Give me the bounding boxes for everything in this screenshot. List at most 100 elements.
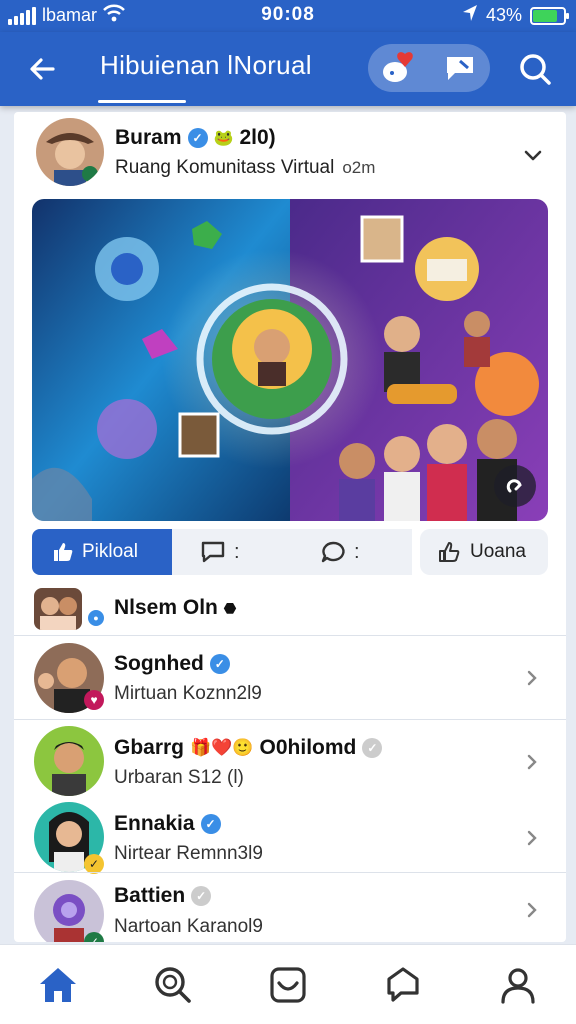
member-name: Ennakia xyxy=(114,812,195,835)
chat-bubble-icon xyxy=(446,57,473,80)
post-actions: Pikloal : : Uoana xyxy=(32,529,548,575)
status-bar: lbamar 90:08 43% xyxy=(0,0,576,32)
link-icon xyxy=(506,479,522,493)
verified-icon: ✓ xyxy=(362,738,383,758)
profile-icon xyxy=(501,967,535,1004)
member-name-row: Ennakia ✓ xyxy=(114,812,221,836)
member-badge-icon: ✓ xyxy=(84,932,104,942)
feed-card: Buram ✓ 🐸 2l0) Ruang Komunitass Virtual o… xyxy=(14,112,566,942)
header-action-pill xyxy=(368,44,490,92)
post-author[interactable]: Buram ✓ 🐸 2l0) xyxy=(115,126,276,150)
chevron-right-icon xyxy=(527,902,537,918)
post-group[interactable]: Ruang Komunitass Virtual o2m xyxy=(115,157,375,179)
author-extra: 2l0) xyxy=(239,126,276,149)
post-header: Buram ✓ 🐸 2l0) Ruang Komunitass Virtual o… xyxy=(14,112,566,196)
title-underline xyxy=(98,100,186,103)
comment-icon xyxy=(201,541,225,563)
post-menu-button[interactable] xyxy=(518,140,548,170)
image-action-button[interactable] xyxy=(494,465,536,507)
battery-icon xyxy=(530,6,569,25)
list-item[interactable]: ✓ Ennakia ✓ Nirtear Remnn3l9 xyxy=(14,798,566,878)
page-title: Hibuienan lNorual xyxy=(100,50,312,80)
like-button[interactable]: Pikloal xyxy=(32,529,172,575)
nav-inbox[interactable] xyxy=(258,955,318,1015)
member-subtitle: Urbaran S12 (l) xyxy=(114,767,244,788)
member-subtitle: Nartoan Karanol9 xyxy=(114,916,263,937)
chevron-down-icon xyxy=(524,150,542,161)
member-avatar xyxy=(34,588,82,630)
speech-bubble-icon xyxy=(321,541,345,563)
reply-count: : xyxy=(354,540,360,563)
group-name: Ruang Komunitass Virtual xyxy=(115,157,335,178)
comment-reply-group: : : xyxy=(172,529,412,575)
member-badge-icon: ● xyxy=(88,610,104,626)
list-item[interactable]: ♥ Sognhed ✓ Mirtuan Koznn2l9 xyxy=(14,638,566,718)
member-name-extra: O0hilomd xyxy=(259,736,357,759)
member-name-row: Nlsem Oln ⬣ xyxy=(114,596,236,620)
chevron-right-icon xyxy=(527,830,537,846)
share-icon xyxy=(439,542,460,562)
search-icon xyxy=(520,54,551,85)
row-chevron[interactable] xyxy=(522,752,542,772)
comment-button[interactable]: : xyxy=(172,540,292,564)
member-name: Nlsem Oln xyxy=(114,596,218,619)
nav-explore[interactable] xyxy=(143,955,203,1015)
post-time: o2m xyxy=(342,158,376,177)
author-avatar[interactable] xyxy=(36,118,104,186)
home-icon xyxy=(39,967,76,1002)
member-badge-icon: ♥ xyxy=(84,690,104,710)
post-image[interactable] xyxy=(32,199,548,521)
shield-icon: ⬣ xyxy=(223,599,237,616)
thumbs-up-icon xyxy=(54,543,73,561)
row-chevron[interactable] xyxy=(522,900,542,920)
chevron-right-icon xyxy=(527,670,537,686)
arrow-left-icon xyxy=(30,58,55,80)
list-item[interactable]: ● Nlsem Oln ⬣ xyxy=(14,584,566,636)
emoji-icon: 🐸 xyxy=(213,130,234,147)
nav-messages[interactable] xyxy=(373,955,433,1015)
share-label: Uoana xyxy=(470,541,526,562)
status-right: 43% xyxy=(462,4,569,27)
messages-icon xyxy=(387,966,419,1002)
chat-button[interactable] xyxy=(438,48,482,88)
verified-icon: ✓ xyxy=(191,886,212,906)
verified-icon: ✓ xyxy=(187,128,208,148)
verified-icon: ✓ xyxy=(200,814,221,834)
list-item[interactable]: ✓ Battien ✓ Nartoan Karanol9 xyxy=(14,876,566,942)
explore-icon xyxy=(155,966,191,1003)
member-name: Battien xyxy=(114,884,186,907)
search-button[interactable] xyxy=(510,44,560,94)
member-subtitle: Nirtear Remnn3l9 xyxy=(114,843,263,864)
member-badge-icon: ✓ xyxy=(84,854,104,874)
reaction-emoji-icons: 🎁❤️🙂 xyxy=(190,738,254,757)
verified-icon: ✓ xyxy=(209,654,230,674)
member-name-row: Battien ✓ xyxy=(114,884,212,908)
nav-home[interactable] xyxy=(28,955,88,1015)
app-bar: Hibuienan lNorual xyxy=(0,32,576,106)
row-chevron[interactable] xyxy=(522,828,542,848)
inbox-icon xyxy=(270,966,306,1003)
list-item[interactable]: Gbarrg 🎁❤️🙂 O0hilomd ✓ Urbaran S12 (l) xyxy=(14,722,566,802)
battery-percent: 43% xyxy=(485,5,522,25)
like-label: Pikloal xyxy=(82,541,138,562)
member-name: Sognhed xyxy=(114,652,204,675)
share-button[interactable]: Uoana xyxy=(420,529,548,575)
location-icon xyxy=(462,4,478,27)
nav-profile[interactable] xyxy=(488,955,548,1015)
row-chevron[interactable] xyxy=(522,668,542,688)
divider xyxy=(14,872,566,873)
comment-count: : xyxy=(234,540,240,563)
reply-button[interactable]: : xyxy=(292,540,412,564)
member-subtitle: Mirtuan Koznn2l9 xyxy=(114,683,262,704)
author-name: Buram xyxy=(115,126,182,149)
battery-fill xyxy=(533,9,557,22)
notifications-button[interactable] xyxy=(377,48,421,88)
member-name: Gbarrg xyxy=(114,736,185,759)
back-button[interactable] xyxy=(18,44,68,94)
chevron-right-icon xyxy=(527,754,537,770)
divider xyxy=(14,635,566,636)
member-name-row: Sognhed ✓ xyxy=(114,652,230,676)
divider xyxy=(14,719,566,720)
bottom-nav xyxy=(0,944,576,1024)
heart-notification-icon xyxy=(382,52,413,82)
